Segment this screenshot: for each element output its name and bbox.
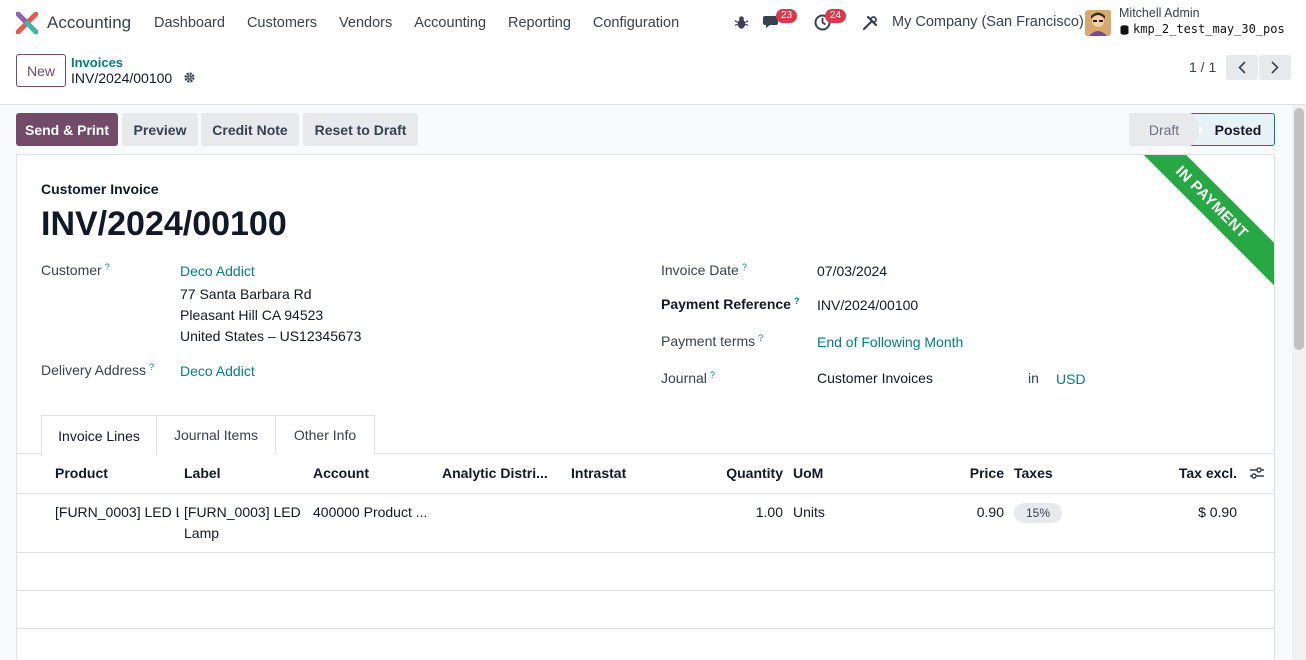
journal-help-icon[interactable]: ? [710,370,715,380]
invoice-sheet: IN PAYMENT Customer Invoice INV/2024/001… [16,154,1275,660]
new-button[interactable]: New [16,54,66,87]
journal-label: Journal? [661,370,715,386]
invoice-type-label: Customer Invoice [41,181,159,197]
customer-address-line2: Pleasant Hill CA 94523 [180,307,324,323]
tools-icon[interactable] [862,15,878,31]
invoice-number: INV/2024/00100 [41,205,287,243]
chevron-left-icon [1238,61,1246,74]
delivery-help-icon[interactable]: ? [149,362,154,372]
company-switcher[interactable]: My Company (San Francisco) [892,14,1084,30]
tab-other-info[interactable]: Other Info [275,415,375,454]
user-avatar[interactable] [1085,10,1111,36]
delivery-address-field[interactable]: Deco Addict [180,363,255,379]
tab-invoice-lines[interactable]: Invoice Lines [41,415,157,455]
chevron-right-icon [1271,61,1279,74]
payment-reference-field[interactable]: INV/2024/00100 [817,297,918,313]
tab-journal-items[interactable]: Journal Items [156,415,276,454]
payment-status-ribbon: IN PAYMENT [1116,155,1274,298]
column-quantity[interactable]: Quantity [697,465,783,481]
column-analytic-distribution[interactable]: Analytic Distri... [442,465,562,481]
customer-field[interactable]: Deco Addict [180,263,255,279]
messages-count-badge: 23 [776,9,798,23]
row-account[interactable]: 400000 Product ... [313,504,433,520]
currency-in-label: in [1028,370,1039,386]
menu-accounting[interactable]: Accounting [403,0,497,46]
column-intrastat[interactable]: Intrastat [571,465,671,481]
row-label-line2[interactable]: Lamp [184,525,219,541]
menu-vendors[interactable]: Vendors [328,0,403,46]
row-divider [17,590,1274,591]
payment-reference-help-icon[interactable]: ? [794,296,800,306]
row-tax-tag[interactable]: 15% [1014,503,1062,523]
status-posted[interactable]: Posted [1191,113,1275,146]
column-uom[interactable]: UoM [793,465,853,481]
bug-icon[interactable] [734,15,749,30]
row-divider [17,628,1274,629]
credit-note-button[interactable]: Credit Note [201,113,299,146]
invoice-date-field[interactable]: 07/03/2024 [817,263,887,279]
status-bar: Draft Posted [1129,113,1275,146]
app-name[interactable]: Accounting [47,13,131,33]
header-row-divider [17,493,1274,494]
activities-count-badge: 24 [825,9,847,23]
customer-address-line1: 77 Santa Barbara Rd [180,286,312,302]
database-name: kmp_2_test_may_30_pos [1133,22,1285,36]
breadcrumb-invoices[interactable]: Invoices [71,55,123,70]
pager-next-button[interactable] [1259,55,1291,80]
column-account[interactable]: Account [313,465,433,481]
column-product[interactable]: Product [55,465,175,481]
row-label-line1[interactable]: [FURN_0003] LED [184,504,301,520]
journal-field[interactable]: Customer Invoices [817,370,933,386]
menu-configuration[interactable]: Configuration [582,0,690,46]
currency-field[interactable]: USD [1056,371,1086,387]
row-price[interactable]: 0.90 [917,504,1004,520]
preview-button[interactable]: Preview [122,113,198,146]
breadcrumb-current-record: INV/2024/00100 [71,70,173,86]
user-name[interactable]: Mitchell Admin [1119,6,1200,20]
database-icon [1120,25,1129,35]
optional-columns-toggle-icon[interactable] [1249,466,1265,480]
column-taxes[interactable]: Taxes [1014,465,1084,481]
invoice-date-label: Invoice Date? [661,262,747,278]
row-product[interactable]: [FURN_0003] LED L... [55,504,179,520]
send-print-button[interactable]: Send & Print [16,113,118,146]
row-uom[interactable]: Units [793,504,825,520]
menu-customers[interactable]: Customers [236,0,328,46]
payment-terms-label: Payment terms? [661,333,764,349]
column-label[interactable]: Label [184,465,304,481]
payment-reference-label: Payment Reference? [661,296,800,312]
empty-row [17,553,1274,590]
row-quantity[interactable]: 1.00 [697,504,783,520]
column-tax-excluded[interactable]: Tax excl. [1137,465,1237,481]
invoice-date-help-icon[interactable]: ? [742,262,747,272]
menu-dashboard[interactable]: Dashboard [143,0,236,46]
menu-reporting[interactable]: Reporting [497,0,582,46]
column-price[interactable]: Price [917,465,1004,481]
scrollbar-thumb[interactable] [1294,108,1304,350]
customer-address-line3: United States – US12345673 [180,328,362,344]
status-draft[interactable]: Draft [1129,113,1199,146]
pager-previous-button[interactable] [1226,55,1258,80]
pager-value[interactable]: 1 / 1 [1189,59,1216,75]
accounting-app-logo[interactable] [16,12,38,34]
row-subtotal: $ 0.90 [1198,504,1237,520]
main-menu: Dashboard Customers Vendors Accounting R… [143,0,690,46]
customer-help-icon[interactable]: ? [105,262,110,272]
customer-label: Customer? [41,262,110,278]
delivery-address-label: Delivery Address? [41,362,155,378]
gear-icon[interactable] [183,71,196,84]
top-navbar: Accounting Dashboard Customers Vendors A… [0,0,1306,46]
payment-terms-help-icon[interactable]: ? [758,333,763,343]
reset-to-draft-button[interactable]: Reset to Draft [303,113,418,146]
payment-terms-field[interactable]: End of Following Month [817,334,963,350]
